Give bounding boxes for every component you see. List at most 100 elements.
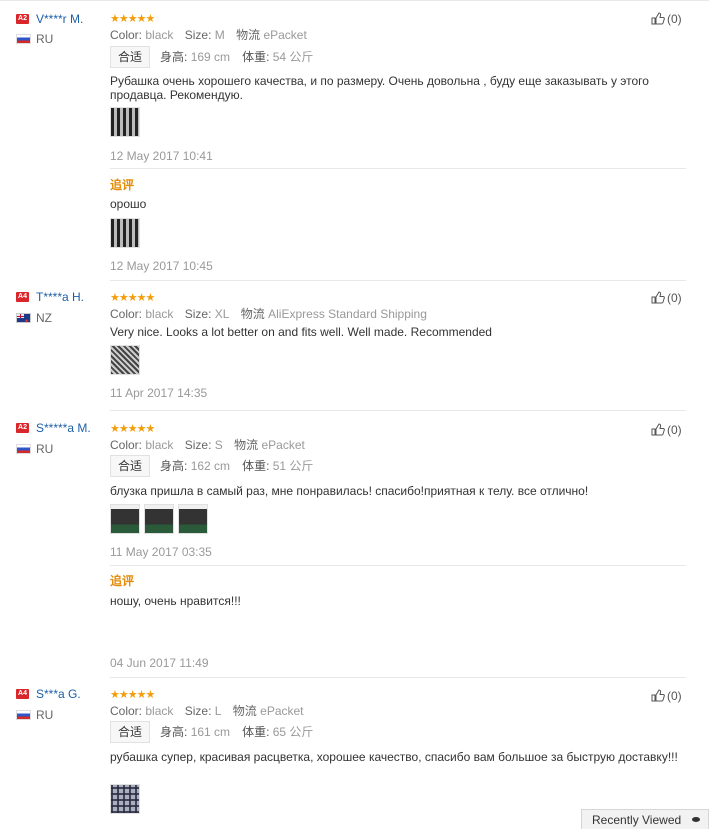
shipping-value: ePacket	[261, 438, 305, 452]
review-photo-thumbnail[interactable]	[110, 504, 140, 534]
size-value: S	[214, 438, 223, 452]
height-value: 161 cm	[190, 725, 231, 739]
logistics-label: 物流	[240, 307, 265, 321]
rating-stars: ★★★★★	[110, 292, 155, 304]
rating-stars: ★★★★★	[110, 13, 155, 25]
buyer-country: NZ	[36, 311, 52, 325]
followup-text: орошо	[110, 197, 147, 211]
fit-badge: 合适	[110, 46, 151, 68]
logistics-label: 物流	[232, 704, 257, 718]
review-photo-thumbnail[interactable]	[110, 784, 140, 814]
review-photo-thumbnail[interactable]	[110, 345, 140, 375]
rating-stars: ★★★★★	[110, 689, 155, 701]
thumbs-up-icon	[651, 12, 665, 25]
rating-stars: ★★★★★	[110, 423, 155, 435]
buyer-level-badge: A2	[16, 14, 29, 24]
review-photo-thumbnail[interactable]	[110, 107, 140, 137]
size-value: M	[214, 28, 225, 42]
height-label: 身高:	[160, 459, 188, 473]
review-photos	[110, 504, 212, 536]
followup-date: 04 Jun 2017 11:49	[110, 656, 209, 670]
color-value: black	[145, 704, 174, 718]
buyer-name[interactable]: V****r M.	[36, 12, 83, 26]
logistics-label: 物流	[234, 438, 259, 452]
review-photo-thumbnail[interactable]	[178, 504, 208, 534]
review-text: блузка пришла в самый раз, мне понравила…	[110, 484, 589, 498]
review-divider	[110, 677, 686, 678]
weight-value: 65 公斤	[272, 725, 314, 739]
size-label: Size:	[184, 438, 212, 452]
height-label: 身高:	[160, 725, 188, 739]
buyer-country: RU	[36, 708, 54, 722]
review-photos	[110, 784, 144, 816]
buyer-country: RU	[36, 32, 54, 46]
fit-badge: 合适	[110, 455, 151, 477]
size-value: L	[214, 704, 222, 718]
buyer-country: RU	[36, 442, 54, 456]
followup-divider	[110, 565, 686, 566]
weight-label: 体重:	[242, 459, 270, 473]
new-zealand-flag-icon	[16, 313, 31, 325]
review-text: рубашка супер, красивая расцветка, хорош…	[110, 750, 678, 764]
review-text: Рубашка очень хорошего качества, и по ра…	[110, 74, 649, 102]
recently-viewed-label: Recently Viewed	[592, 813, 682, 827]
helpful-button[interactable]: (0)	[651, 291, 682, 305]
weight-value: 51 公斤	[272, 459, 314, 473]
shipping-value: ePacket	[263, 28, 307, 42]
order-attributes: Color: black Size: M 物流 ePacket	[110, 28, 315, 42]
shipping-value: AliExpress Standard Shipping	[268, 307, 427, 321]
size-value: XL	[214, 307, 230, 321]
helpful-button[interactable]: (0)	[651, 423, 682, 437]
helpful-button[interactable]: (0)	[651, 12, 682, 26]
order-attributes: Color: black Size: L 物流 ePacket	[110, 704, 312, 718]
weight-label: 体重:	[242, 50, 270, 64]
followup-text: ношу, очень нравится!!!	[110, 594, 241, 608]
review-date: 11 May 2017 03:35	[110, 545, 212, 559]
helpful-count: (0)	[667, 423, 682, 437]
size-label: Size:	[184, 28, 212, 42]
size-label: Size:	[184, 307, 212, 321]
order-attributes: Color: black Size: XL 物流 AliExpress Stan…	[110, 307, 435, 321]
fit-info: 合适 身高: 161 cm 体重: 65 公斤	[110, 721, 325, 743]
followup-date: 12 May 2017 10:45	[110, 259, 213, 273]
eye-icon	[692, 817, 700, 822]
thumbs-up-icon	[651, 291, 665, 304]
russia-flag-icon	[16, 34, 31, 44]
thumbs-up-icon	[651, 689, 665, 702]
logistics-label: 物流	[236, 28, 261, 42]
review-photo-thumbnail[interactable]	[144, 504, 174, 534]
review-divider	[110, 280, 686, 281]
fit-badge: 合适	[110, 721, 151, 743]
buyer-level-badge: A2	[16, 423, 29, 433]
top-divider	[0, 0, 709, 1]
followup-photos	[110, 218, 144, 250]
shipping-value: ePacket	[260, 704, 304, 718]
buyer-name[interactable]: S***a G.	[36, 687, 81, 701]
fit-info: 合适 身高: 169 cm 体重: 54 公斤	[110, 46, 325, 68]
followup-divider	[110, 168, 686, 169]
color-value: black	[145, 307, 174, 321]
followup-photo-thumbnail[interactable]	[110, 218, 140, 248]
recently-viewed-tab[interactable]: Recently Viewed	[581, 809, 709, 829]
review-photos	[110, 107, 144, 139]
thumbs-up-icon	[651, 423, 665, 436]
helpful-count: (0)	[667, 689, 682, 703]
helpful-count: (0)	[667, 291, 682, 305]
color-label: Color:	[110, 704, 143, 718]
buyer-name[interactable]: T****a H.	[36, 290, 84, 304]
buyer-name[interactable]: S*****a M.	[36, 421, 91, 435]
fit-info: 合适 身高: 162 cm 体重: 51 公斤	[110, 455, 325, 477]
helpful-count: (0)	[667, 12, 682, 26]
russia-flag-icon	[16, 710, 31, 720]
russia-flag-icon	[16, 444, 31, 454]
review-divider	[110, 410, 686, 411]
followup-label: 追评	[110, 178, 135, 192]
color-value: black	[145, 438, 174, 452]
color-label: Color:	[110, 307, 143, 321]
height-label: 身高:	[160, 50, 188, 64]
color-value: black	[145, 28, 174, 42]
review-photos	[110, 345, 144, 377]
helpful-button[interactable]: (0)	[651, 689, 682, 703]
followup-label: 追评	[110, 574, 135, 588]
review-date: 11 Apr 2017 14:35	[110, 386, 208, 400]
